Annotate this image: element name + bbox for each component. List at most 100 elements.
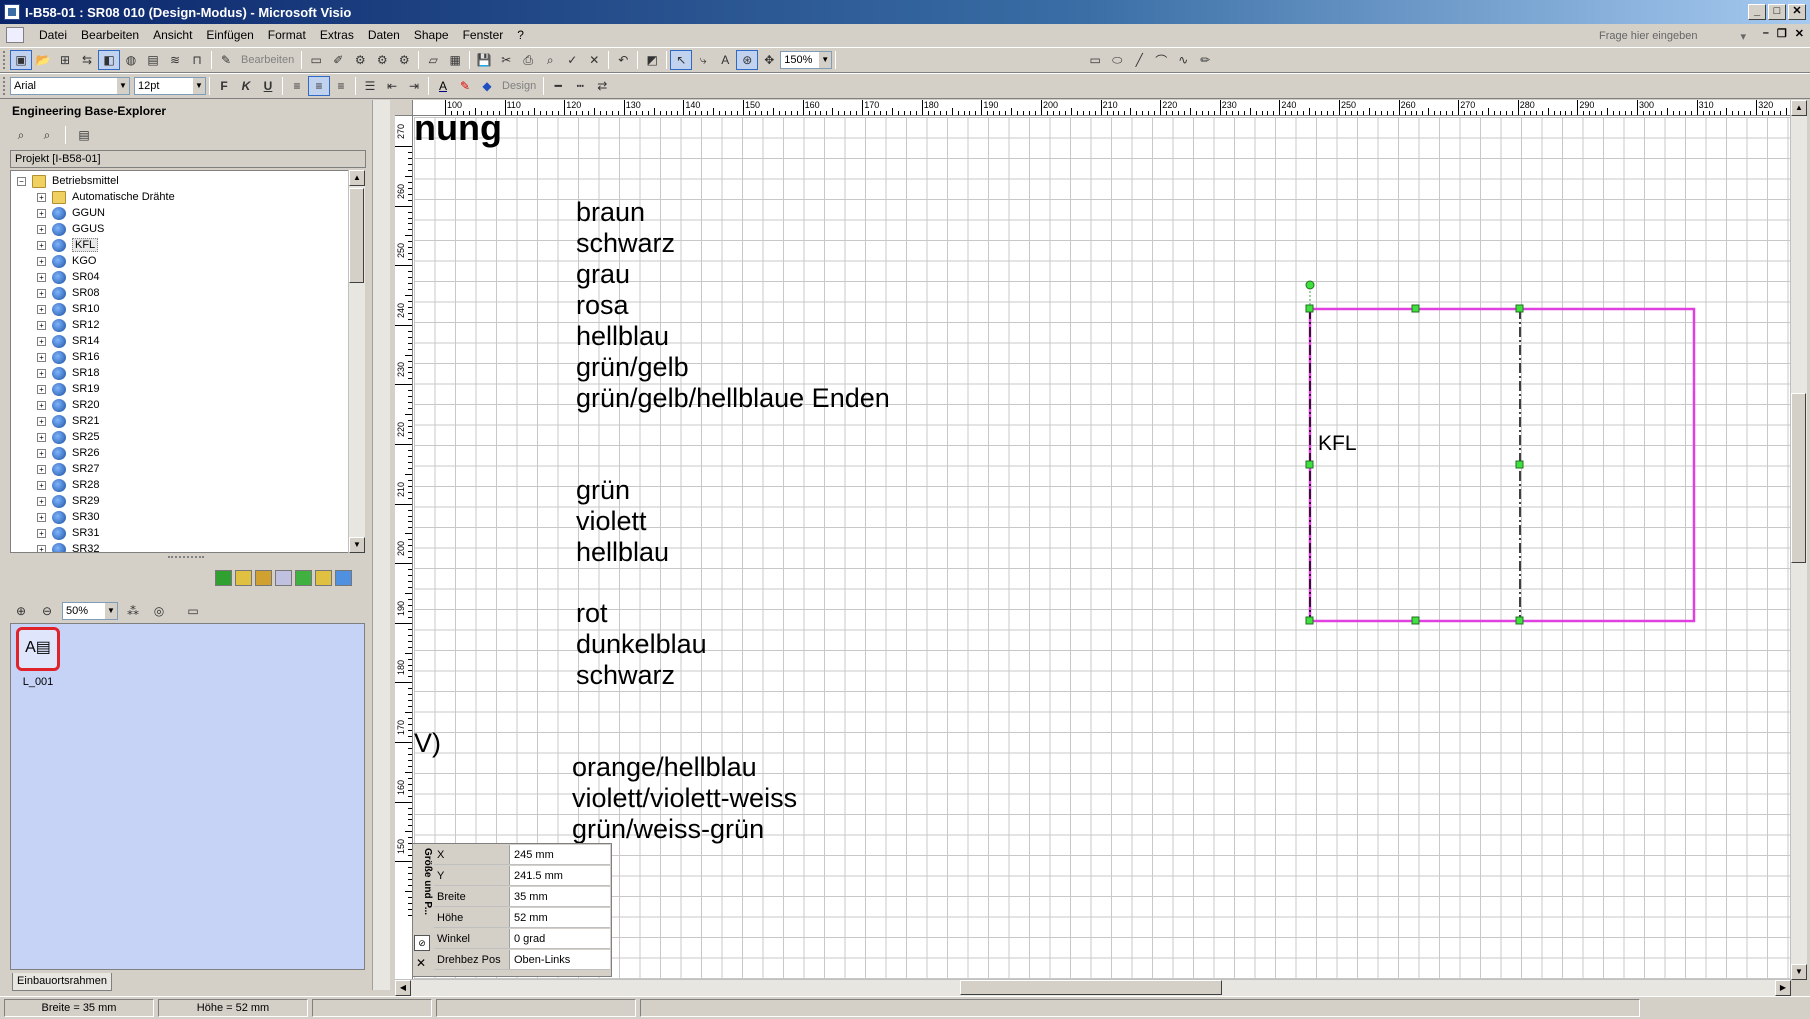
- property-value-field[interactable]: 245 mm: [510, 845, 610, 864]
- tree-root[interactable]: − Betriebsmittel: [17, 173, 119, 189]
- undo-icon[interactable]: ↶: [612, 50, 634, 70]
- tree-item[interactable]: + Automatische Drähte: [37, 189, 175, 205]
- tree-item[interactable]: + SR14: [37, 333, 100, 349]
- tree-item[interactable]: + SR28: [37, 477, 100, 493]
- zoom-in-icon[interactable]: ⊕: [10, 601, 32, 621]
- bullets-icon[interactable]: ☰: [359, 76, 381, 96]
- expand-icon[interactable]: +: [37, 432, 46, 442]
- cut-icon[interactable]: ✂: [495, 50, 517, 70]
- pointer-tool-icon[interactable]: ↖: [670, 50, 693, 70]
- design-button[interactable]: Design: [498, 80, 540, 92]
- close-button[interactable]: ✕: [1788, 4, 1806, 20]
- thumbnail-zoom-select[interactable]: 50% ▼: [62, 602, 118, 620]
- stamp-tool-icon[interactable]: ⊛: [736, 50, 759, 70]
- frame-rectangle[interactable]: [1308, 307, 1696, 623]
- document-menu-icon[interactable]: [6, 27, 24, 43]
- expand-icon[interactable]: +: [37, 464, 46, 474]
- menu-fenster[interactable]: Fenster: [456, 26, 511, 44]
- grid-icon[interactable]: ▦: [444, 50, 466, 70]
- green-book-icon[interactable]: [215, 570, 232, 586]
- tab-einbauortsrahmen[interactable]: Einbauortsrahmen: [12, 973, 112, 991]
- tree-item[interactable]: + SR18: [37, 365, 100, 381]
- expand-icon[interactable]: +: [37, 272, 46, 282]
- font-size-select[interactable]: 12pt ▼: [134, 77, 206, 95]
- expand-icon[interactable]: +: [37, 192, 46, 202]
- tree-item[interactable]: + SR32: [37, 541, 100, 552]
- tree-item[interactable]: + KFL: [37, 237, 99, 253]
- list-view-icon[interactable]: ▤: [73, 125, 95, 145]
- rotation-handle[interactable]: [1305, 280, 1315, 290]
- page-icon[interactable]: ▤: [142, 50, 164, 70]
- connect-icon[interactable]: ⇆: [76, 50, 98, 70]
- note-icon[interactable]: ▱: [422, 50, 444, 70]
- menu-einfuegen[interactable]: Einfügen: [199, 26, 260, 44]
- refresh-icon[interactable]: ◎: [148, 601, 170, 621]
- delete-icon[interactable]: ✕: [583, 50, 605, 70]
- selection-handle[interactable]: [1411, 616, 1420, 625]
- menu-bearbeiten[interactable]: Bearbeiten: [74, 26, 146, 44]
- expand-icon[interactable]: +: [37, 448, 46, 458]
- visio-app-icon[interactable]: [4, 4, 20, 20]
- maximize-button[interactable]: □: [1768, 4, 1786, 20]
- line-weight-icon[interactable]: ━: [547, 76, 569, 96]
- scroll-right-icon[interactable]: ▶: [1775, 980, 1791, 996]
- expand-icon[interactable]: +: [37, 544, 46, 552]
- tree-item[interactable]: + SR27: [37, 461, 100, 477]
- doc-minimize-button[interactable]: –: [1763, 27, 1769, 40]
- horizontal-scroll-thumb[interactable]: [960, 980, 1222, 995]
- highlight-icon[interactable]: ◧: [98, 50, 120, 70]
- tree-item[interactable]: + SR19: [37, 381, 100, 397]
- connector-tool-icon[interactable]: ⤷: [692, 50, 714, 70]
- pan-icon[interactable]: ✥: [758, 50, 780, 70]
- gear-icon[interactable]: ⚙: [349, 50, 371, 70]
- text-tool-icon[interactable]: A: [714, 50, 736, 70]
- italic-button[interactable]: K: [235, 76, 257, 96]
- toolbar-grip[interactable]: [3, 77, 7, 95]
- tree-scroll-thumb[interactable]: [349, 188, 364, 283]
- align-center-icon[interactable]: ≡: [308, 76, 330, 96]
- minimize-button[interactable]: _: [1748, 4, 1766, 20]
- selection-handle[interactable]: [1515, 304, 1524, 313]
- close-icon[interactable]: ✕: [416, 957, 428, 970]
- menu-ansicht[interactable]: Ansicht: [146, 26, 199, 44]
- expand-icon[interactable]: +: [37, 240, 46, 250]
- tree-item[interactable]: + SR16: [37, 349, 100, 365]
- gear-alt-icon[interactable]: ⚙: [371, 50, 393, 70]
- expand-icon[interactable]: +: [37, 496, 46, 506]
- tree-item[interactable]: + SR26: [37, 445, 100, 461]
- explorer-divider[interactable]: [372, 100, 390, 990]
- details-icon[interactable]: ▭: [182, 601, 204, 621]
- rectangle-tool-icon[interactable]: ▭: [1084, 50, 1106, 70]
- expand-icon[interactable]: +: [37, 400, 46, 410]
- menu-shape[interactable]: Shape: [407, 26, 456, 44]
- print-icon[interactable]: ⎙: [517, 50, 539, 70]
- selection-handle[interactable]: [1305, 460, 1314, 469]
- pencil-icon[interactable]: ✐: [327, 50, 349, 70]
- tree-item[interactable]: + SR31: [37, 525, 100, 541]
- align-left-icon[interactable]: ≡: [286, 76, 308, 96]
- line-ends-icon[interactable]: ⇄: [591, 76, 613, 96]
- arc-tool-icon[interactable]: ⌒: [1150, 50, 1172, 70]
- tree-item[interactable]: + SR29: [37, 493, 100, 509]
- property-value-field[interactable]: 0 grad: [510, 929, 610, 948]
- edit-icon[interactable]: ✎: [215, 50, 237, 70]
- expand-icon[interactable]: +: [37, 320, 46, 330]
- scroll-up-icon[interactable]: ▲: [349, 170, 365, 186]
- property-value-field[interactable]: 241.5 mm: [510, 866, 610, 885]
- menu-datei[interactable]: Datei: [32, 26, 74, 44]
- property-value-field[interactable]: 52 mm: [510, 908, 610, 927]
- save-icon[interactable]: 💾: [473, 50, 495, 70]
- menu-extras[interactable]: Extras: [313, 26, 361, 44]
- scroll-up-icon[interactable]: ▲: [1791, 100, 1807, 116]
- underline-button[interactable]: U: [257, 76, 279, 96]
- selection-handle[interactable]: [1515, 460, 1524, 469]
- menu-help[interactable]: ?: [510, 26, 531, 44]
- tree-item[interactable]: + SR08: [37, 285, 100, 301]
- zoom-select[interactable]: 150% ▼: [780, 51, 833, 69]
- tree-item[interactable]: + SR30: [37, 509, 100, 525]
- scroll-down-icon[interactable]: ▼: [349, 537, 365, 553]
- expand-icon[interactable]: +: [37, 480, 46, 490]
- globe-icon[interactable]: ◍: [120, 50, 142, 70]
- network-icon[interactable]: [335, 570, 352, 586]
- freeform-tool-icon[interactable]: ∿: [1172, 50, 1194, 70]
